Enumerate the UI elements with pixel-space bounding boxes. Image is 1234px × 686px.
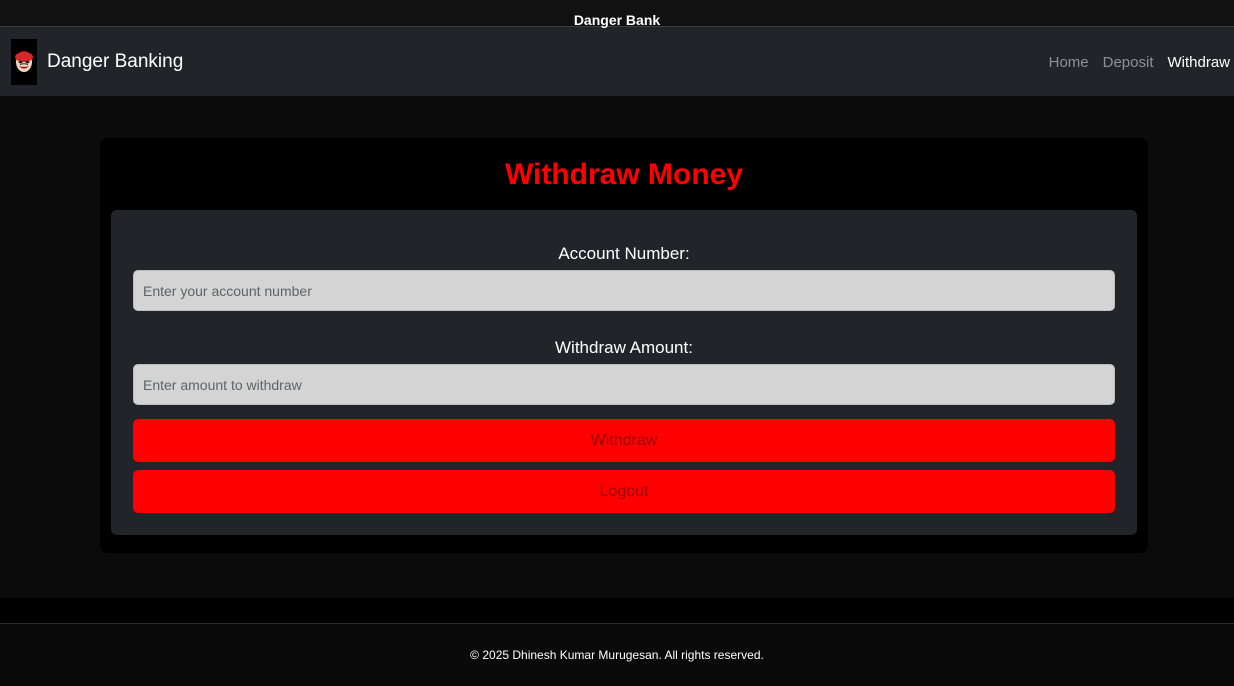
nav-links: Home Deposit Withdraw xyxy=(1042,54,1230,71)
withdraw-button[interactable]: Withdraw xyxy=(133,419,1115,462)
footer-copyright: © 2025 Dhinesh Kumar Murugesan. All righ… xyxy=(470,648,764,662)
logout-button[interactable]: Logout xyxy=(133,470,1115,513)
footer-brand: Danger Bank xyxy=(573,12,661,28)
withdraw-card: Withdraw Money Account Number: Withdraw … xyxy=(100,138,1148,553)
account-number-label: Account Number: xyxy=(558,244,690,263)
mask-icon[interactable] xyxy=(11,39,37,85)
nav-link-withdraw[interactable]: Withdraw xyxy=(1160,54,1230,71)
withdraw-amount-input[interactable] xyxy=(133,364,1115,405)
withdraw-amount-label: Withdraw Amount: xyxy=(555,338,693,357)
account-number-input[interactable] xyxy=(133,270,1115,311)
navbar: Danger Banking Home Deposit Withdraw xyxy=(0,26,1234,96)
nav-link-home[interactable]: Home xyxy=(1042,54,1096,71)
page-title: Withdraw Money xyxy=(504,158,744,191)
footer-top xyxy=(0,598,1234,624)
brand-name[interactable]: Danger Banking xyxy=(47,51,183,73)
nav-link-deposit[interactable]: Deposit xyxy=(1096,54,1161,71)
withdraw-form: Account Number: Withdraw Amount: Withdra… xyxy=(111,210,1137,535)
